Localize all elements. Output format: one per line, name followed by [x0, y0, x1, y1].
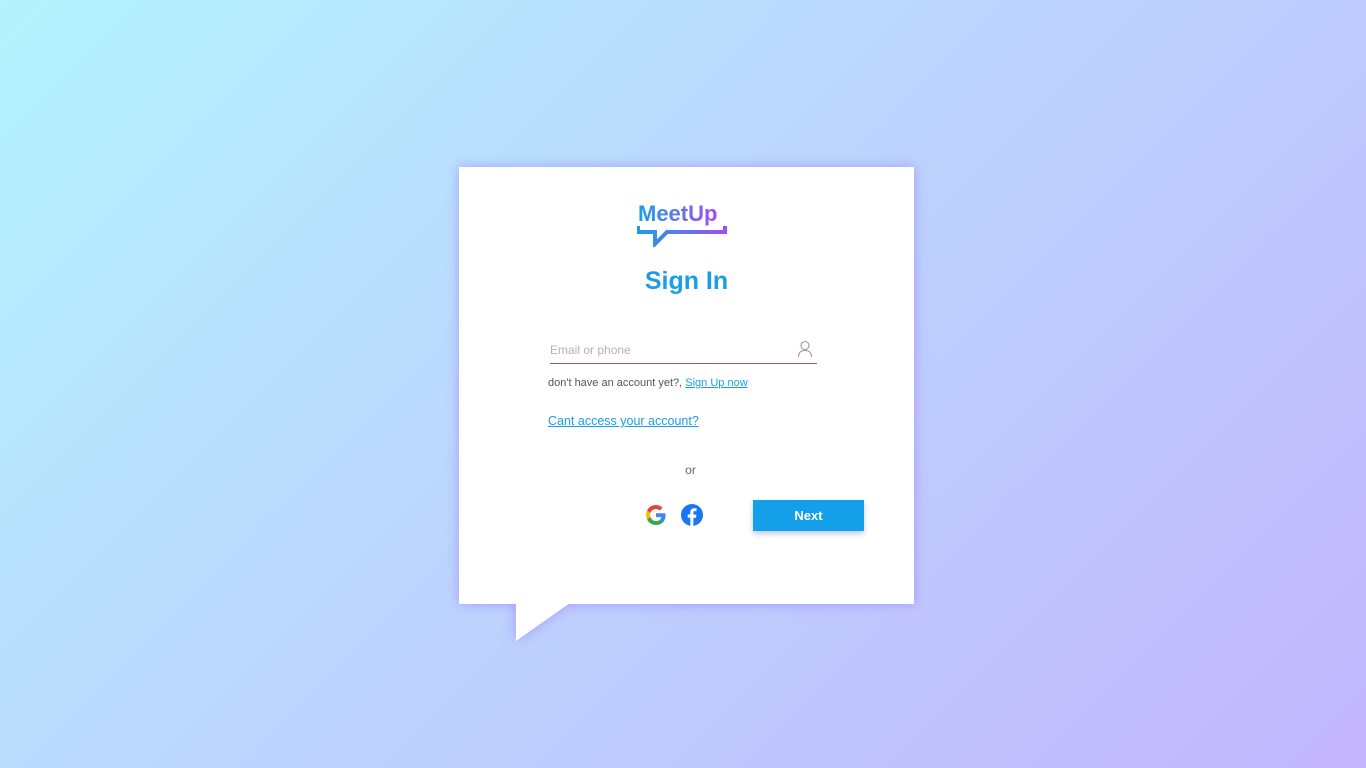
- meetup-logo-text: MeetUp: [638, 201, 717, 226]
- signup-link[interactable]: Sign Up now: [685, 377, 747, 389]
- email-input[interactable]: [550, 339, 785, 361]
- facebook-icon[interactable]: [680, 503, 704, 527]
- signin-card-container: MeetUp Sign In don't have an account yet…: [459, 167, 914, 642]
- cant-access-account-link[interactable]: Cant access your account?: [548, 414, 699, 428]
- no-account-text: don't have an account yet?,: [548, 377, 686, 389]
- google-icon[interactable]: [644, 503, 668, 527]
- signup-prompt: don't have an account yet?, Sign Up now: [548, 377, 748, 389]
- meetup-logo: MeetUp: [637, 201, 739, 247]
- signin-card: MeetUp Sign In don't have an account yet…: [459, 167, 914, 604]
- or-divider: or: [685, 463, 696, 477]
- speech-bubble-tail: [516, 603, 570, 641]
- page-title: Sign In: [644, 267, 729, 295]
- next-button[interactable]: Next: [753, 500, 864, 531]
- email-field-wrapper: [550, 337, 817, 364]
- user-icon: [797, 340, 813, 358]
